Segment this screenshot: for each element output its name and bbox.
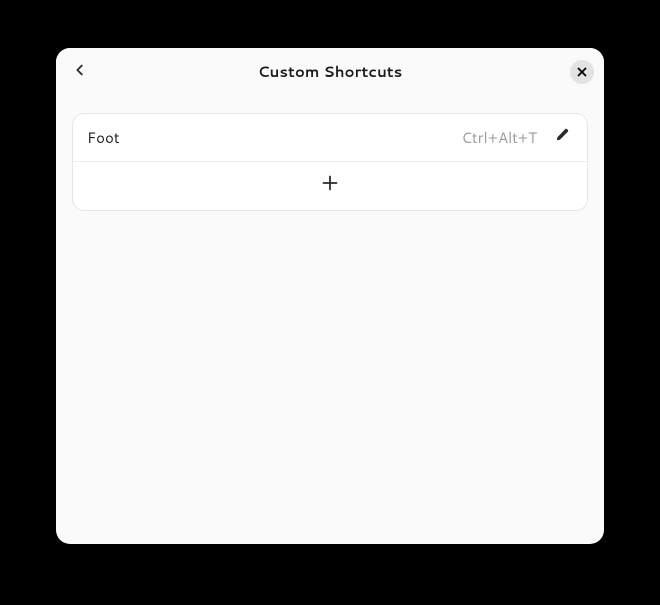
page-title: Custom Shortcuts bbox=[258, 61, 403, 82]
shortcut-name: Foot bbox=[87, 127, 120, 148]
chevron-left-icon bbox=[73, 60, 87, 83]
shortcut-keys: Ctrl+Alt+T bbox=[461, 127, 537, 148]
titlebar: Custom Shortcuts bbox=[56, 48, 604, 95]
content-area: Foot Ctrl+Alt+T bbox=[56, 95, 604, 544]
plus-icon bbox=[321, 174, 339, 198]
close-icon bbox=[577, 60, 587, 83]
shortcuts-list: Foot Ctrl+Alt+T bbox=[72, 113, 588, 211]
pencil-icon bbox=[554, 126, 570, 149]
edit-shortcut-button[interactable] bbox=[551, 127, 573, 149]
add-shortcut-button[interactable] bbox=[73, 162, 587, 210]
back-button[interactable] bbox=[66, 58, 94, 86]
settings-window: Custom Shortcuts Foot Ctrl+Alt+T bbox=[56, 48, 604, 544]
close-button[interactable] bbox=[570, 60, 594, 84]
shortcut-row[interactable]: Foot Ctrl+Alt+T bbox=[73, 114, 587, 162]
